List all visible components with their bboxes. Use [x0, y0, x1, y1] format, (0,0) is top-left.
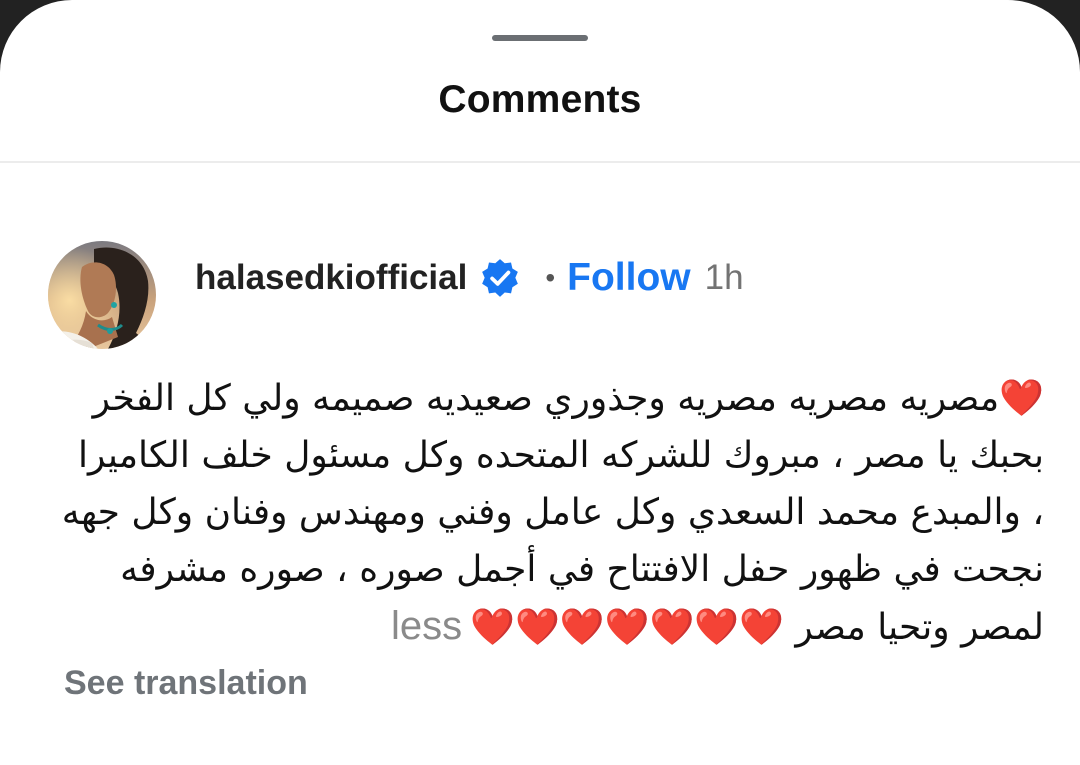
heart-emoji-tail: ❤️❤️❤️❤️❤️❤️❤️ [470, 607, 784, 648]
comment-time: 1h [704, 258, 744, 297]
see-translation-button[interactable]: See translation [64, 664, 308, 703]
separator-dot: • [545, 262, 556, 293]
avatar-image [48, 241, 156, 349]
comment-text-block: ❤️مصريه مصريه مصريه وجذوري صعيديه صميمه … [60, 370, 1044, 656]
avatar[interactable] [48, 241, 156, 349]
comments-sheet: Comments halasedkiofficial • Follow 1h ❤… [0, 0, 1080, 765]
username[interactable]: halasedkiofficial [195, 258, 467, 298]
less-button[interactable]: less [391, 604, 462, 648]
verified-badge-icon [482, 259, 519, 297]
header-divider [0, 161, 1080, 163]
heart-emoji-lead: ❤️ [999, 378, 1044, 419]
drag-handle[interactable] [492, 35, 588, 41]
comment-meta: halasedkiofficial • Follow 1h [195, 252, 744, 304]
sheet-title: Comments [438, 78, 642, 121]
follow-button[interactable]: Follow [567, 256, 690, 300]
